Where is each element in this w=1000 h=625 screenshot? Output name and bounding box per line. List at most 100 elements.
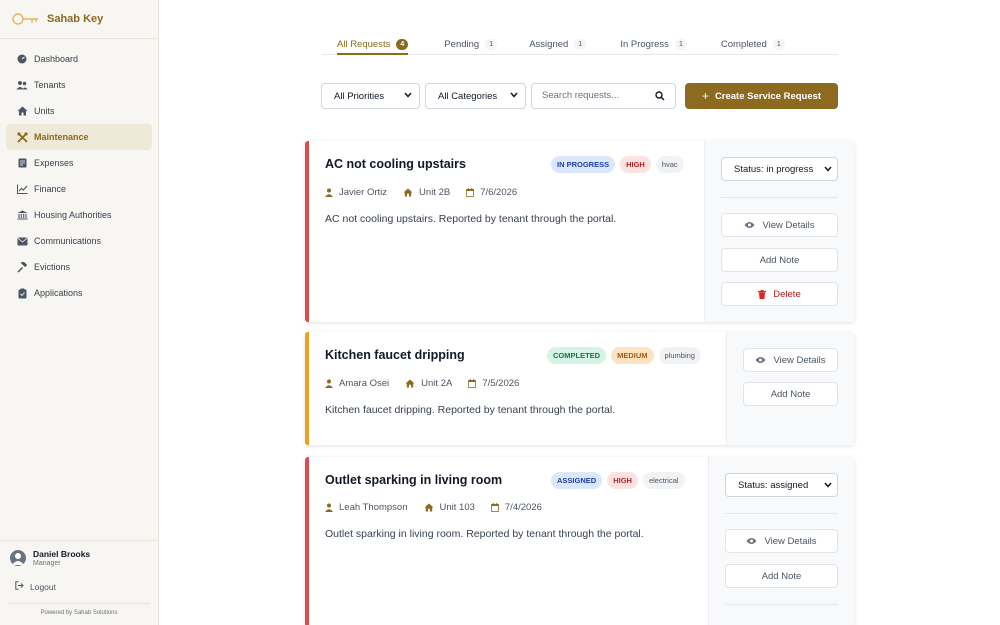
delete-button[interactable]: Delete — [721, 282, 838, 306]
tab-label: Completed — [720, 38, 767, 50]
request-date: 7/4/2026 — [504, 502, 542, 513]
users-icon — [16, 79, 28, 91]
sidebar-item-tenants[interactable]: Tenants — [6, 72, 152, 98]
date-info: 7/4/2026 — [490, 502, 542, 513]
envelope-icon — [16, 235, 28, 247]
priority-filter-select[interactable]: All Priorities — [321, 83, 420, 109]
calendar-icon — [468, 379, 477, 388]
create-button-label: Create Service Request — [714, 90, 822, 102]
status-badge: ASSIGNED — [551, 472, 603, 489]
tenant-name: Amara Osei — [339, 378, 390, 389]
eye-icon — [746, 538, 757, 544]
tab-assigned[interactable]: Assigned 1 — [529, 34, 587, 54]
view-details-button[interactable]: View Details — [721, 213, 838, 237]
sidebar-item-maintenance[interactable]: Maintenance — [6, 124, 152, 150]
status-select[interactable]: Status: assigned — [725, 473, 838, 497]
sidebar-item-expenses[interactable]: Expenses — [6, 150, 152, 176]
tab-in-progress[interactable]: In Progress 1 — [620, 34, 687, 54]
user-icon — [325, 379, 333, 388]
category-filter-select[interactable]: All Categories — [425, 83, 526, 109]
tab-count: 4 — [396, 38, 409, 50]
key-logo-icon — [12, 13, 38, 25]
request-title: Kitchen faucet dripping — [325, 348, 465, 362]
sidebar-item-label: Evictions — [34, 262, 71, 272]
sidebar-item-label: Applications — [34, 288, 83, 298]
user-role: Manager — [33, 560, 61, 567]
sidebar-item-label: Units — [34, 106, 55, 116]
request-card[interactable]: Kitchen faucet dripping COMPLETED MEDIUM… — [305, 332, 854, 445]
sidebar-item-communications[interactable]: Communications — [6, 228, 152, 254]
plus-icon: + — [701, 89, 709, 103]
priority-bar — [305, 141, 309, 322]
create-service-request-button[interactable]: + Create Service Request — [685, 83, 838, 109]
status-select-value: Status: in progress — [734, 163, 814, 175]
add-note-label: Add Note — [761, 570, 802, 582]
logout-button[interactable]: Logout — [15, 581, 56, 592]
sidebar-item-evictions[interactable]: Evictions — [6, 254, 152, 280]
request-title: Outlet sparking in living room — [325, 473, 503, 487]
user-icon — [325, 503, 333, 512]
priority-bar — [305, 457, 309, 625]
request-card[interactable]: AC not cooling upstairs IN PROGRESS HIGH… — [305, 141, 854, 322]
request-tabs: All Requests 4 Pending 1 Assigned 1 In P… — [322, 34, 838, 55]
sidebar-item-finance[interactable]: Finance — [6, 176, 152, 202]
calendar-icon — [466, 188, 475, 197]
tab-completed[interactable]: Completed 1 — [721, 34, 785, 54]
brand[interactable]: Sahab Key — [0, 0, 158, 39]
tools-icon — [16, 131, 28, 143]
sidebar-item-housing-authorities[interactable]: Housing Authorities — [6, 202, 152, 228]
tab-label: In Progress — [620, 38, 669, 50]
home-icon — [403, 188, 413, 197]
view-details-label: View Details — [762, 219, 815, 231]
badge-group: IN PROGRESS HIGH hvac — [551, 156, 689, 173]
view-details-button[interactable]: View Details — [725, 529, 838, 553]
user-icon — [325, 188, 333, 197]
divider — [725, 513, 838, 514]
sidebar-item-dashboard[interactable]: Dashboard — [6, 46, 152, 72]
add-note-button[interactable]: Add Note — [725, 564, 838, 588]
unit-name: Unit 2A — [421, 378, 453, 389]
badge-group: COMPLETED MEDIUM plumbing — [547, 347, 706, 364]
sidebar-item-applications[interactable]: Applications — [6, 280, 152, 306]
view-details-label: View Details — [773, 354, 826, 366]
add-note-button[interactable]: Add Note — [743, 382, 838, 406]
bank-icon — [16, 209, 28, 221]
request-card[interactable]: Outlet sparking in living room ASSIGNED … — [305, 457, 854, 625]
user-name: Daniel Brooks — [33, 549, 91, 559]
tenant-name: Javier Ortiz — [339, 187, 388, 198]
tab-count: 1 — [772, 38, 785, 50]
chevron-down-icon — [824, 166, 832, 172]
trash-icon — [758, 289, 767, 299]
search-icon[interactable] — [655, 91, 665, 101]
eye-icon — [744, 222, 755, 228]
status-badge: COMPLETED — [547, 347, 607, 364]
user-profile[interactable]: Daniel Brooks Manager — [10, 549, 90, 567]
user-avatar-icon — [12, 553, 24, 565]
priority-bar — [305, 332, 309, 445]
tab-label: Pending — [444, 38, 480, 50]
tenant-info: Amara Osei — [325, 378, 389, 389]
request-actions: Status: assigned View Details Add Note — [708, 457, 854, 625]
sidebar-item-label: Tenants — [34, 80, 66, 90]
add-note-label: Add Note — [770, 388, 811, 400]
delete-label: Delete — [773, 288, 801, 300]
view-details-button[interactable]: View Details — [743, 348, 838, 372]
calendar-icon — [490, 503, 499, 512]
status-select-value: Status: assigned — [738, 479, 809, 491]
tab-pending[interactable]: Pending 1 — [444, 34, 498, 54]
divider — [721, 197, 838, 198]
search-input[interactable] — [542, 90, 652, 101]
date-info: 7/6/2026 — [466, 187, 517, 198]
unit-name: Unit 2B — [419, 187, 451, 198]
sidebar-item-units[interactable]: Units — [6, 98, 152, 124]
status-select[interactable]: Status: in progress — [721, 157, 838, 181]
priority-badge: HIGH — [607, 472, 638, 489]
tab-all-requests[interactable]: All Requests 4 — [337, 34, 409, 55]
request-date: 7/6/2026 — [480, 187, 518, 198]
chart-line-icon — [16, 183, 28, 195]
eye-icon — [755, 357, 766, 363]
request-actions: View Details Add Note — [726, 332, 854, 445]
add-note-button[interactable]: Add Note — [721, 248, 838, 272]
tenant-info: Javier Ortiz — [325, 187, 387, 198]
avatar — [10, 550, 26, 566]
